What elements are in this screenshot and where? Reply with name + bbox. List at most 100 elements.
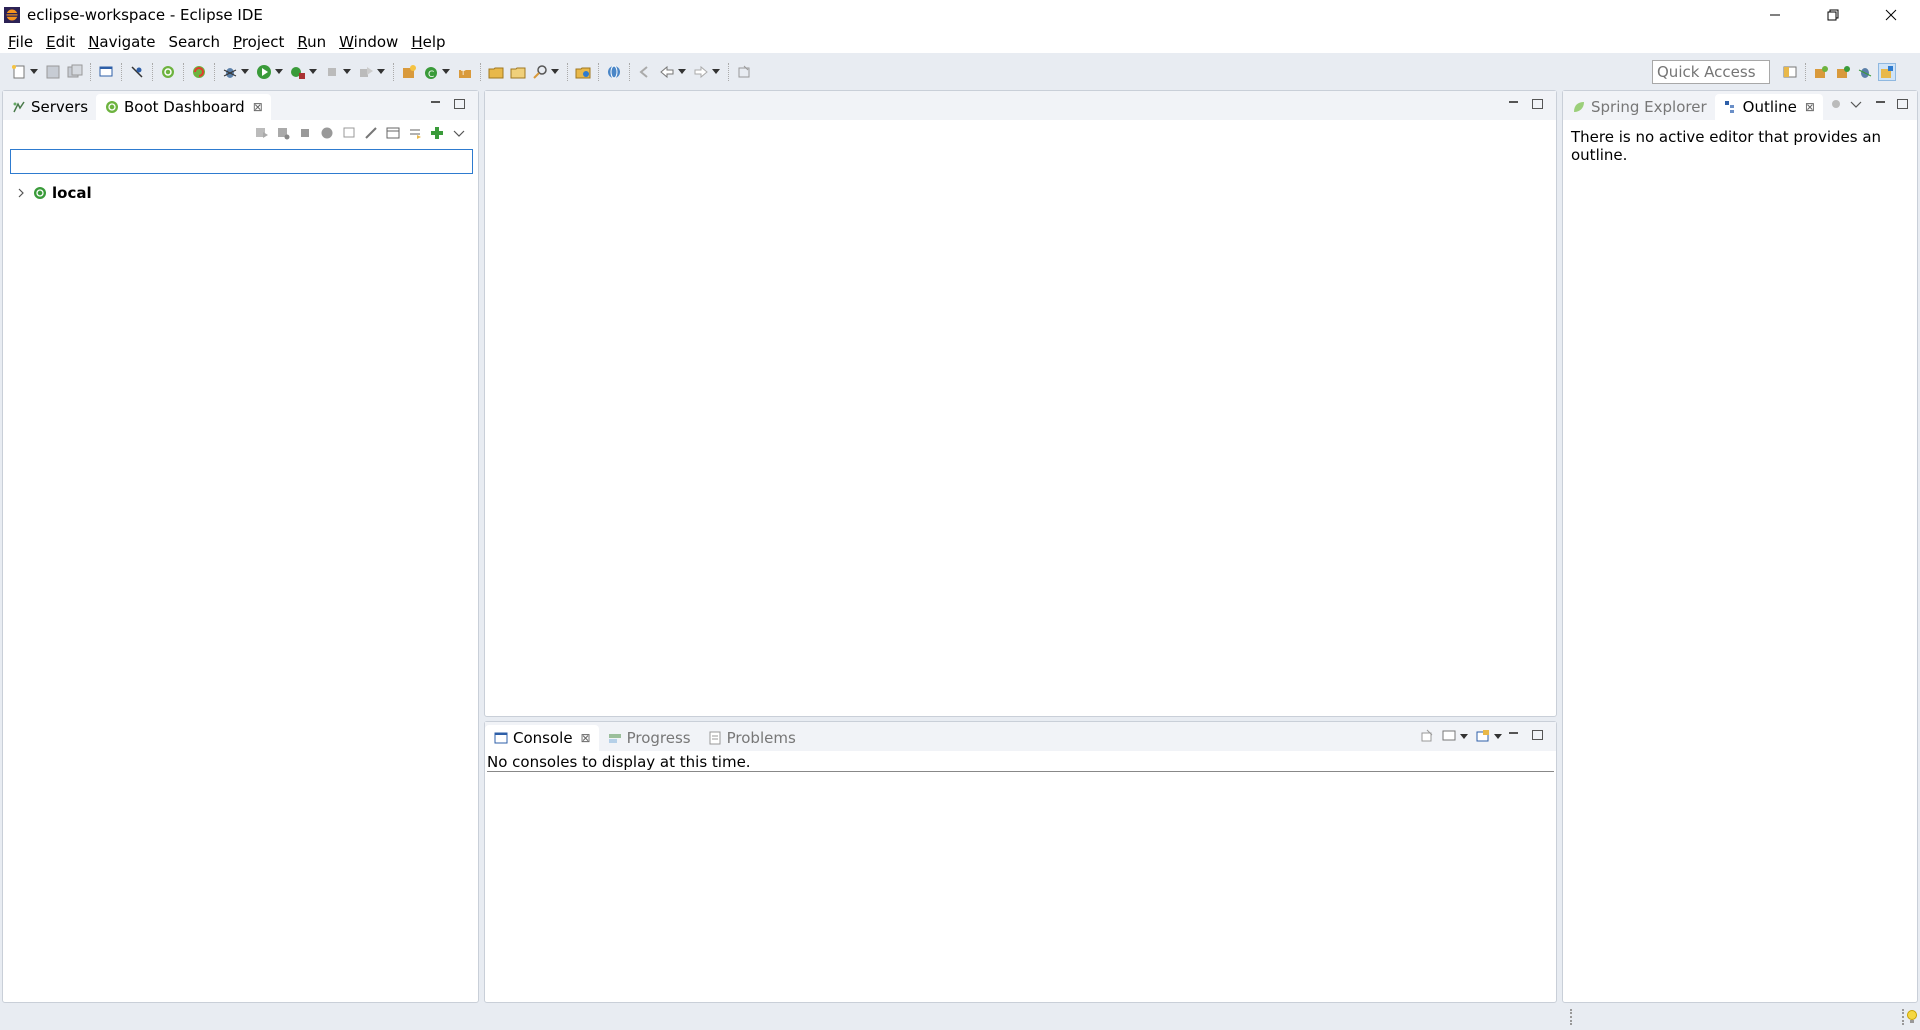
external-tools-icon[interactable] (289, 63, 307, 81)
tree-item-local[interactable]: local (15, 183, 92, 203)
close-tab-icon[interactable]: ⊠ (1805, 100, 1815, 114)
open-folder-icon[interactable] (487, 63, 505, 81)
new-icon[interactable] (10, 63, 28, 81)
back-dropdown[interactable] (678, 63, 686, 81)
outline-icon (1723, 99, 1739, 115)
display-console-icon[interactable] (1440, 727, 1458, 745)
start-icon[interactable] (252, 124, 270, 142)
java-ee-perspective-icon[interactable] (1812, 63, 1830, 81)
pin-editor-icon[interactable] (735, 63, 753, 81)
menu-search[interactable]: Search (162, 33, 226, 51)
maximize-panel-button[interactable] (1895, 97, 1909, 111)
tab-progress[interactable]: Progress (599, 725, 699, 751)
open-type-icon[interactable]: T (456, 63, 474, 81)
close-tab-icon[interactable]: ⊠ (253, 100, 263, 114)
quick-access-input[interactable] (1652, 60, 1770, 84)
tab-console[interactable]: Console ⊠ (485, 725, 599, 751)
run-dropdown[interactable] (275, 63, 283, 81)
open-folder-alt-icon[interactable] (509, 63, 527, 81)
open-browser-icon[interactable] (318, 124, 336, 142)
toolbar-separator (598, 62, 599, 81)
minimize-panel-button[interactable] (1506, 728, 1520, 742)
web-browser-icon[interactable] (605, 63, 623, 81)
view-menu-icon[interactable] (1847, 95, 1865, 113)
outline-panel: Spring Explorer Outline ⊠ There is no ac… (1562, 90, 1918, 1003)
menu-help[interactable]: Help (405, 33, 451, 51)
open-console-icon[interactable] (1474, 727, 1492, 745)
forward-dropdown[interactable] (712, 63, 720, 81)
launch-config-icon[interactable] (357, 63, 375, 81)
open-task-icon[interactable] (574, 63, 592, 81)
spring-perspective-icon[interactable] (1834, 63, 1852, 81)
console-tabbar: Console ⊠ Progress Problems (485, 722, 1556, 751)
spring-boot-dashboard-icon[interactable] (159, 63, 177, 81)
back-icon[interactable] (658, 63, 676, 81)
skip-breakpoints-icon[interactable] (128, 63, 146, 81)
tab-outline[interactable]: Outline ⊠ (1714, 94, 1823, 120)
expose-icon[interactable] (406, 124, 424, 142)
console-toggle-icon[interactable] (97, 63, 115, 81)
menu-run[interactable]: Run (291, 33, 332, 51)
new-class-dropdown[interactable] (442, 63, 450, 81)
tab-servers[interactable]: Servers (3, 94, 96, 120)
menu-edit[interactable]: Edit (40, 33, 81, 51)
minimize-button[interactable] (1746, 0, 1804, 30)
spring-relaunch-icon[interactable] (190, 63, 208, 81)
search-tool-icon[interactable] (531, 63, 549, 81)
launch-config-dropdown[interactable] (377, 63, 385, 81)
view-menu-icon[interactable] (450, 124, 468, 142)
java-perspective-icon[interactable] (1878, 63, 1896, 81)
expand-chevron-icon[interactable] (15, 188, 27, 198)
debug-dropdown[interactable] (241, 63, 249, 81)
close-tab-icon[interactable]: ⊠ (581, 731, 591, 745)
tab-problems[interactable]: Problems (699, 725, 804, 751)
last-edit-location-icon[interactable] (636, 63, 654, 81)
edit-icon[interactable] (362, 124, 380, 142)
new-java-package-icon[interactable] (400, 63, 418, 81)
outline-message: There is no active editor that provides … (1571, 128, 1882, 164)
tab-boot-dashboard[interactable]: Boot Dashboard ⊠ (96, 94, 271, 120)
menu-window[interactable]: Window (333, 33, 404, 51)
svg-text:T: T (460, 69, 466, 77)
menu-file[interactable]: File (2, 33, 39, 51)
focus-active-task-icon[interactable] (1827, 95, 1845, 113)
debug-perspective-icon[interactable] (1856, 63, 1874, 81)
stop-dropdown[interactable] (343, 63, 351, 81)
maximize-panel-button[interactable] (452, 97, 466, 111)
stop-icon[interactable] (323, 63, 341, 81)
new-dropdown[interactable] (30, 63, 38, 81)
run-icon[interactable] (255, 63, 273, 81)
stop-app-icon[interactable] (296, 124, 314, 142)
minimize-panel-button[interactable] (428, 97, 442, 111)
search-tool-dropdown[interactable] (551, 63, 559, 81)
maximize-editor-button[interactable] (1530, 97, 1544, 111)
open-console-dropdown[interactable] (1494, 727, 1502, 745)
debug-icon[interactable] (221, 63, 239, 81)
menu-navigate[interactable]: Navigate (82, 33, 161, 51)
minimize-editor-button[interactable] (1506, 97, 1520, 111)
external-tools-dropdown[interactable] (309, 63, 317, 81)
pin-console-icon[interactable] (1418, 727, 1436, 745)
save-all-icon[interactable] (66, 63, 84, 81)
save-icon[interactable] (44, 63, 62, 81)
open-console-icon[interactable] (340, 124, 358, 142)
main-toolbar: C T (0, 53, 1920, 90)
tab-spring-explorer[interactable]: Spring Explorer (1563, 94, 1715, 120)
tip-lightbulb-icon[interactable] (1906, 1009, 1918, 1029)
new-java-class-icon[interactable]: C (422, 63, 440, 81)
restore-button[interactable] (1804, 0, 1862, 30)
close-button[interactable] (1862, 0, 1920, 30)
servers-icon (11, 99, 27, 115)
minimize-panel-button[interactable] (1873, 97, 1887, 111)
add-target-icon[interactable] (428, 124, 446, 142)
open-perspective-icon[interactable] (1781, 63, 1799, 81)
properties-icon[interactable] (384, 124, 402, 142)
menu-bar: File Edit Navigate Search Project Run Wi… (0, 30, 1920, 53)
menu-project[interactable]: Project (227, 33, 290, 51)
debug-start-icon[interactable] (274, 124, 292, 142)
filter-input[interactable] (10, 149, 473, 174)
forward-icon[interactable] (692, 63, 710, 81)
display-console-dropdown[interactable] (1460, 727, 1468, 745)
maximize-panel-button[interactable] (1530, 728, 1544, 742)
toolbar-separator (90, 62, 91, 81)
